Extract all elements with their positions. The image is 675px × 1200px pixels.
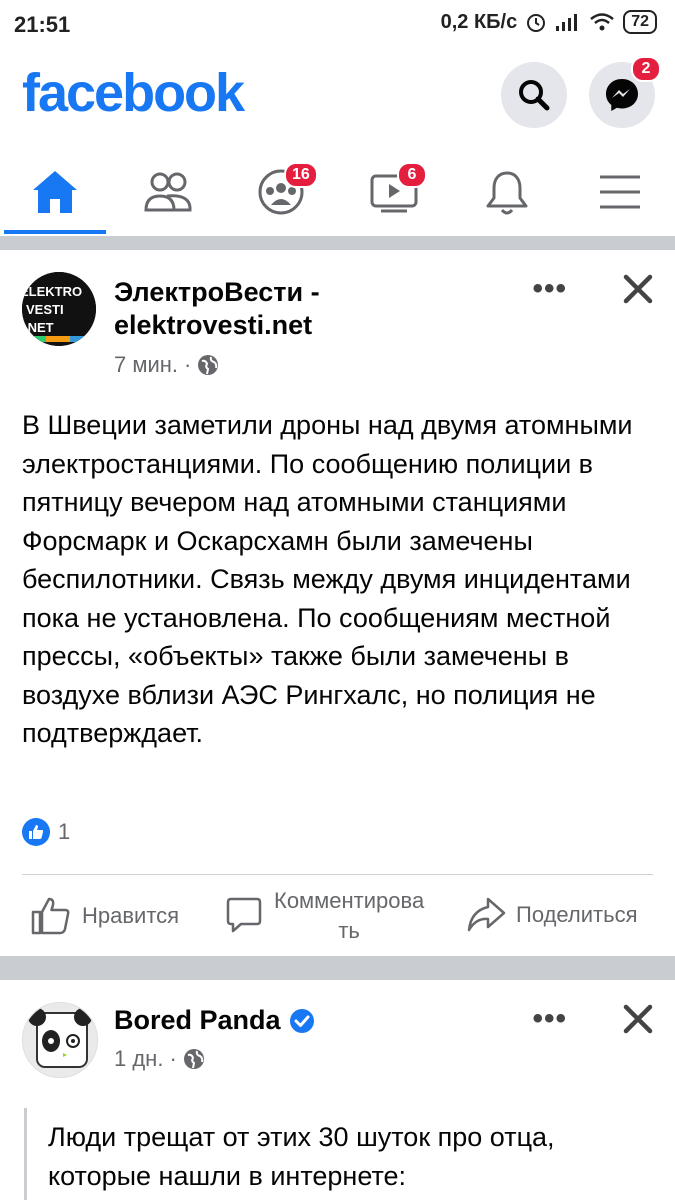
bored-panda-logo (23, 1003, 97, 1077)
like-label: Нравится (82, 903, 180, 928)
close-icon[interactable] (621, 1002, 655, 1036)
like-button[interactable]: Нравится (30, 896, 179, 936)
nav-tabs: 16 6 (0, 150, 675, 234)
post-text: Люди трещат от этих 30 шуток про отца, к… (48, 1118, 658, 1195)
tab-groups[interactable]: 16 (226, 150, 336, 234)
tab-watch[interactable]: 6 (339, 150, 449, 234)
groups-badge: 16 (284, 162, 318, 188)
svg-text:.NET: .NET (24, 320, 54, 335)
share-button[interactable]: Поделиться (466, 896, 637, 934)
like-reaction-icon (22, 818, 50, 846)
facebook-logo[interactable]: facebook (22, 62, 245, 124)
comment-label-line2: ть (338, 918, 360, 943)
verified-badge-icon (289, 1008, 314, 1033)
share-label: Поделиться (516, 902, 638, 927)
feed-post: ELEKTRO VESTI .NET ЭлектроВести - elektr… (0, 250, 675, 956)
meta-separator: · (184, 352, 192, 377)
thumbs-up-icon (31, 897, 70, 935)
post-text-line2: которые нашли в интернете: (48, 1160, 407, 1191)
search-icon (519, 80, 550, 111)
status-bar: 21:51 0,2 КБ/с 72 (0, 0, 675, 50)
more-options-button[interactable]: ••• (532, 1002, 567, 1036)
post-author[interactable]: Bored Panda (114, 1004, 315, 1037)
feed-post: Bored Panda 1 дн. · ••• Люди трещат от э… (0, 980, 675, 1200)
search-button[interactable] (501, 62, 567, 128)
app-header: facebook 2 (0, 56, 675, 138)
close-icon[interactable] (621, 272, 655, 306)
avatar[interactable]: ELEKTRO VESTI .NET (22, 272, 96, 346)
meta-separator: · (169, 1046, 177, 1071)
status-icons: 0,2 КБ/с 72 (441, 10, 657, 34)
tab-notifications[interactable] (452, 150, 562, 234)
messenger-badge: 2 (631, 56, 661, 82)
elektrovesti-logo: ELEKTRO VESTI .NET (22, 272, 96, 346)
share-icon (467, 897, 506, 932)
feed-separator (0, 236, 675, 250)
author-name-line2: elektrovesti.net (114, 310, 313, 340)
network-speed: 0,2 КБ/с (440, 10, 518, 33)
reactions-summary[interactable]: 1 (22, 818, 70, 846)
quote-bar (24, 1108, 27, 1200)
tab-home[interactable] (0, 150, 110, 234)
comment-label-line1: Комментирова (274, 888, 425, 913)
status-time: 21:51 (14, 12, 71, 37)
watch-badge: 6 (397, 162, 427, 188)
divider (22, 874, 653, 875)
globe-icon (183, 1049, 204, 1069)
friends-icon (144, 172, 192, 212)
post-time[interactable]: 1 дн. (114, 1046, 163, 1072)
wifi-icon (590, 13, 614, 31)
comment-button[interactable]: Комментирова ть (224, 886, 424, 946)
post-meta: 1 дн. · (114, 1046, 205, 1072)
messenger-button[interactable]: 2 (589, 56, 661, 128)
feed-separator (0, 956, 675, 980)
active-tab-indicator (4, 230, 106, 234)
messenger-icon (606, 79, 638, 111)
likes-count: 1 (58, 819, 71, 844)
post-meta: 7 мин. · (114, 352, 219, 378)
svg-text:ELEKTRO: ELEKTRO (22, 284, 82, 299)
battery-indicator: 72 (623, 10, 657, 34)
globe-icon (198, 355, 219, 375)
signal-icon (556, 14, 578, 31)
post-author[interactable]: ЭлектроВести - elektrovesti.net (114, 276, 320, 342)
post-text: В Швеции заметили дроны над двумя атомны… (22, 410, 633, 748)
tab-friends[interactable] (113, 150, 223, 234)
more-options-button[interactable]: ••• (532, 272, 567, 306)
menu-icon (600, 175, 640, 209)
post-text-line1: Люди трещат от этих 30 шуток про отца, (48, 1122, 555, 1152)
post-time[interactable]: 7 мин. (114, 352, 178, 378)
alarm-icon (527, 14, 546, 32)
avatar[interactable] (22, 1002, 98, 1078)
bell-icon (486, 171, 528, 215)
svg-text:VESTI: VESTI (26, 302, 64, 317)
author-name: Bored Panda (114, 1005, 281, 1035)
comment-icon (226, 897, 262, 933)
home-icon (33, 171, 77, 213)
tab-menu[interactable] (565, 150, 675, 234)
author-name-line1: ЭлектроВести - (114, 277, 320, 307)
